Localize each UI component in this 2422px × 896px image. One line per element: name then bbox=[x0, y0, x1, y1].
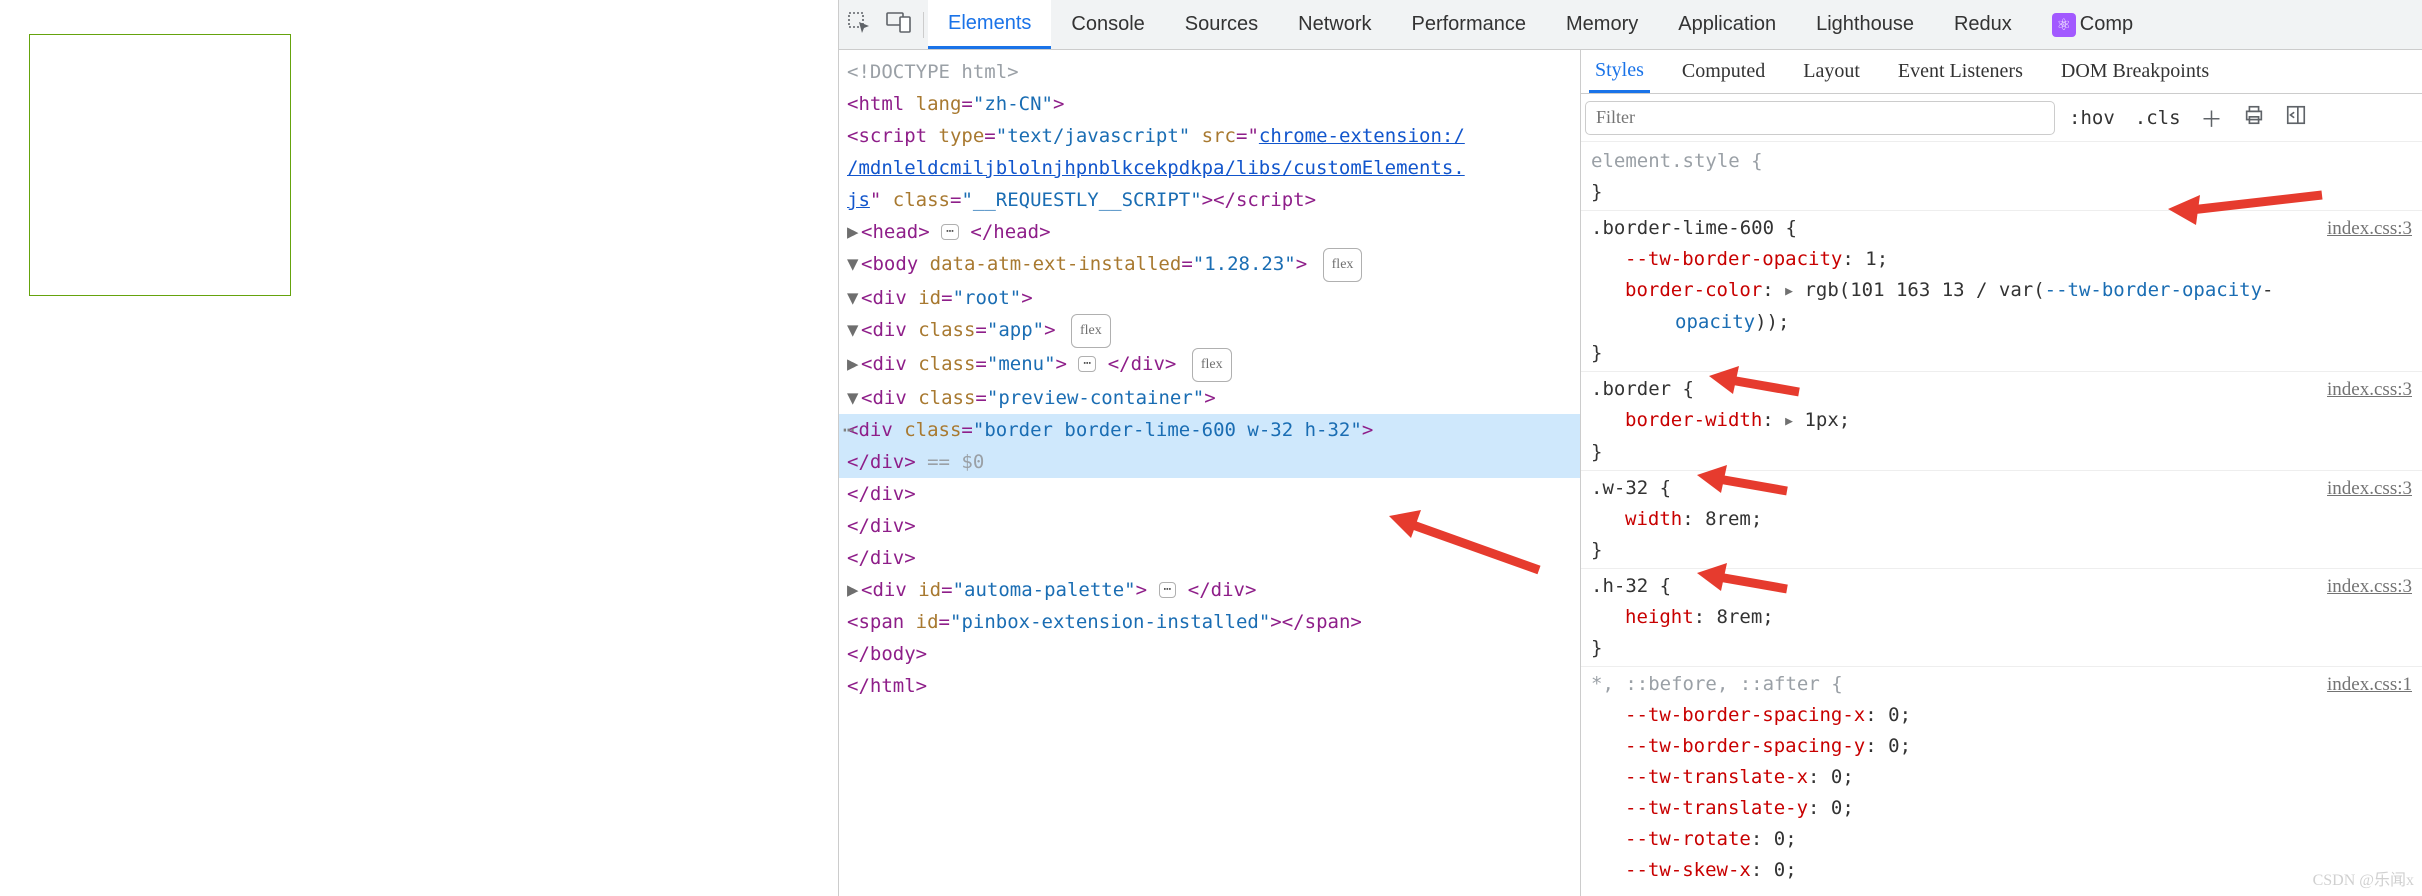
styles-subtabs: Styles Computed Layout Event Listeners D… bbox=[1581, 50, 2422, 94]
tab-elements[interactable]: Elements bbox=[928, 0, 1051, 49]
dom-close-root[interactable]: </div> bbox=[839, 542, 1580, 574]
dom-close-app[interactable]: </div> bbox=[839, 510, 1580, 542]
subtab-layout[interactable]: Layout bbox=[1797, 50, 1866, 93]
ellipsis-icon[interactable]: ⋯ bbox=[941, 224, 959, 240]
styles-panel: Styles Computed Layout Event Listeners D… bbox=[1581, 50, 2422, 896]
dom-preview-container[interactable]: ▼<div class="preview-container"> bbox=[839, 382, 1580, 414]
dom-root[interactable]: ▼<div id="root"> bbox=[839, 282, 1580, 314]
device-toolbar-icon[interactable] bbox=[879, 10, 919, 40]
rule-element-style[interactable]: element.style { } bbox=[1581, 144, 2422, 211]
tab-components-label: Comp bbox=[2080, 13, 2133, 36]
subtab-computed[interactable]: Computed bbox=[1676, 50, 1771, 93]
tab-application[interactable]: Application bbox=[1658, 0, 1796, 49]
dom-head[interactable]: ▶<head> ⋯ </head> bbox=[839, 216, 1580, 248]
styles-rules-list: element.style { } index.css:3 .border-li… bbox=[1581, 142, 2422, 896]
tab-memory[interactable]: Memory bbox=[1546, 0, 1658, 49]
tab-redux[interactable]: Redux bbox=[1934, 0, 2032, 49]
dom-close-body[interactable]: </body> bbox=[839, 638, 1580, 670]
rule-w-32[interactable]: index.css:3 .w-32 { width: 8rem; } bbox=[1581, 471, 2422, 569]
preview-element-box bbox=[29, 34, 291, 296]
styles-filter-row: :hov .cls ＋ bbox=[1581, 94, 2422, 142]
elements-tree[interactable]: <!DOCTYPE html> <html lang="zh-CN"> <scr… bbox=[839, 50, 1581, 896]
tab-components[interactable]: ⚛Comp bbox=[2032, 0, 2153, 49]
source-link[interactable]: index.css:3 bbox=[2327, 374, 2412, 405]
tab-sources[interactable]: Sources bbox=[1165, 0, 1278, 49]
annotation-arrow-icon bbox=[1697, 563, 1797, 599]
dom-automa[interactable]: ▶<div id="automa-palette"> ⋯ </div> bbox=[839, 574, 1580, 606]
rule-universal[interactable]: index.css:1 *, ::before, ::after { --tw-… bbox=[1581, 667, 2422, 888]
dom-script-src-2: /mdnleldcmiljblolnjhpnblkcekpdkpa/libs/c… bbox=[839, 152, 1580, 184]
flex-badge[interactable]: flex bbox=[1323, 248, 1363, 282]
source-link[interactable]: index.css:3 bbox=[2327, 213, 2412, 244]
print-media-icon[interactable] bbox=[2237, 104, 2271, 132]
tab-lighthouse[interactable]: Lighthouse bbox=[1796, 0, 1934, 49]
dom-selected-element[interactable]: ⋯<div class="border border-lime-600 w-32… bbox=[839, 414, 1580, 446]
computed-sidebar-icon[interactable] bbox=[2279, 104, 2313, 132]
dom-span[interactable]: <span id="pinbox-extension-installed"></… bbox=[839, 606, 1580, 638]
dom-close-html[interactable]: </html> bbox=[839, 670, 1580, 702]
subtab-event-listeners[interactable]: Event Listeners bbox=[1892, 50, 2029, 93]
source-link[interactable]: index.css:1 bbox=[2327, 669, 2412, 700]
dom-app[interactable]: ▼<div class="app"> flex bbox=[839, 314, 1580, 348]
dom-script-open[interactable]: <script type="text/javascript" src="chro… bbox=[839, 120, 1580, 152]
dom-close-preview[interactable]: </div> bbox=[839, 478, 1580, 510]
subtab-dom-breakpoints[interactable]: DOM Breakpoints bbox=[2055, 50, 2215, 93]
page-preview bbox=[0, 0, 838, 896]
inspect-element-icon[interactable] bbox=[839, 10, 879, 40]
dom-menu[interactable]: ▶<div class="menu"> ⋯ </div> flex bbox=[839, 348, 1580, 382]
styles-filter-input[interactable] bbox=[1585, 101, 2055, 135]
react-icon: ⚛ bbox=[2052, 13, 2076, 37]
devtools-panel: Elements Console Sources Network Perform… bbox=[838, 0, 2422, 896]
new-style-rule-icon[interactable]: ＋ bbox=[2195, 102, 2229, 134]
subtab-styles[interactable]: Styles bbox=[1589, 50, 1650, 93]
dom-selected-close[interactable]: </div> == $0 bbox=[839, 446, 1580, 478]
flex-badge[interactable]: flex bbox=[1071, 314, 1111, 348]
selection-marker-icon: ⋯ bbox=[843, 414, 854, 446]
ellipsis-icon[interactable]: ⋯ bbox=[1159, 582, 1177, 598]
dom-doctype: <!DOCTYPE html> bbox=[847, 61, 1019, 83]
dom-html-open[interactable]: <html lang="zh-CN"> bbox=[839, 88, 1580, 120]
rule-h-32[interactable]: index.css:3 .h-32 { height: 8rem; } bbox=[1581, 569, 2422, 667]
dom-body-open[interactable]: ▼<body data-atm-ext-installed="1.28.23">… bbox=[839, 248, 1580, 282]
tab-network[interactable]: Network bbox=[1278, 0, 1391, 49]
tab-console[interactable]: Console bbox=[1051, 0, 1164, 49]
source-link[interactable]: index.css:3 bbox=[2327, 571, 2412, 602]
flex-badge[interactable]: flex bbox=[1192, 348, 1232, 382]
rule-border[interactable]: index.css:3 .border { border-width: ▶ 1p… bbox=[1581, 372, 2422, 471]
source-link[interactable]: index.css:3 bbox=[2327, 473, 2412, 504]
annotation-arrow-icon bbox=[1709, 366, 1809, 402]
cls-toggle[interactable]: .cls bbox=[2129, 107, 2187, 129]
devtools-tabbar: Elements Console Sources Network Perform… bbox=[839, 0, 2422, 50]
dom-script-src-3: js" class="__REQUESTLY__SCRIPT"></script… bbox=[839, 184, 1580, 216]
rule-border-lime-600[interactable]: index.css:3 .border-lime-600 { --tw-bord… bbox=[1581, 211, 2422, 372]
ellipsis-icon[interactable]: ⋯ bbox=[1078, 356, 1096, 372]
hov-toggle[interactable]: :hov bbox=[2063, 107, 2121, 129]
watermark-text: CSDN @乐闻x bbox=[2313, 866, 2414, 890]
tab-performance[interactable]: Performance bbox=[1392, 0, 1547, 49]
annotation-arrow-icon bbox=[1697, 465, 1797, 501]
